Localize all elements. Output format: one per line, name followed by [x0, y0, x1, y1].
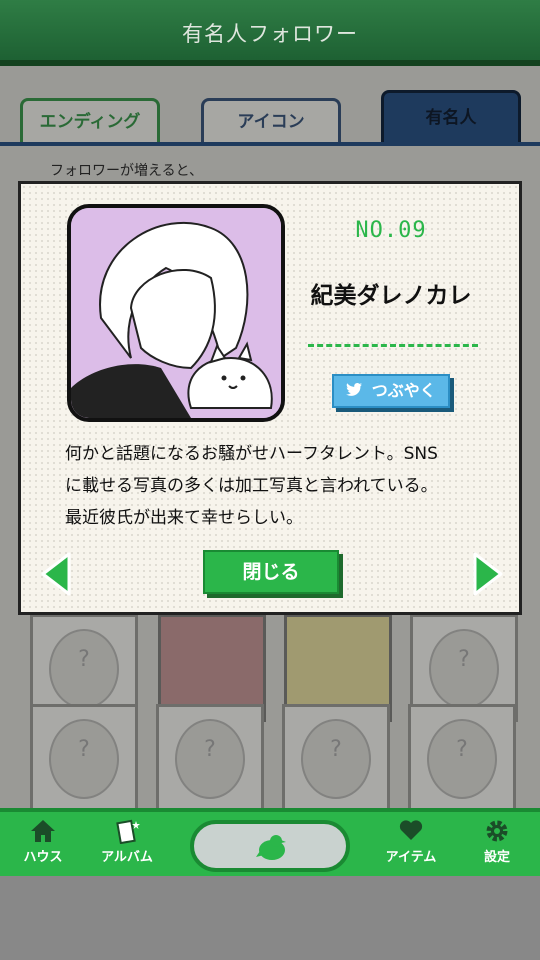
unknown-mark: ? — [78, 647, 90, 672]
album-icon — [92, 818, 162, 846]
twitter-bird-icon — [346, 383, 363, 396]
follower-card[interactable]: ? — [282, 704, 390, 812]
nav-house[interactable]: ハウス — [8, 818, 78, 865]
nav-album[interactable]: アルバム — [92, 818, 162, 865]
nav-settings-label: 設定 — [483, 850, 510, 865]
tweet-button-label: つぶやく — [371, 381, 436, 400]
follower-name: 紀美ダレノカレ — [310, 283, 472, 309]
follower-description: 何かと話題になるお騒がせハーフタレント。SNS に載せる写真の多くは加工写真と言… — [65, 438, 495, 534]
follower-card[interactable]: ? — [30, 704, 138, 812]
follower-card[interactable]: ? — [156, 704, 264, 812]
nav-item-label: アイテム — [385, 850, 437, 865]
gear-icon — [462, 818, 532, 846]
app-header: 有名人フォロワー — [0, 0, 540, 66]
nav-item[interactable]: アイテム — [376, 818, 446, 865]
tab-icon[interactable]: アイコン — [201, 98, 341, 144]
tab-ending[interactable]: エンディング — [20, 98, 160, 144]
unknown-mark: ? — [204, 737, 216, 762]
unknown-mark: ? — [458, 647, 470, 672]
tab-underline — [0, 142, 540, 146]
description-line: に載せる写真の多くは加工写真と言われている。 — [65, 476, 438, 496]
arrow-right-icon[interactable] — [473, 552, 503, 596]
home-icon — [8, 818, 78, 846]
nav-house-label: ハウス — [23, 850, 63, 865]
heart-icon — [376, 818, 446, 846]
divider — [308, 344, 478, 347]
follower-avatar — [67, 204, 285, 422]
hint-text: フォロワーが増えると、 — [50, 163, 204, 179]
header-title: 有名人フォロワー — [182, 22, 358, 46]
tweet-button[interactable]: つぶやく — [332, 374, 450, 408]
description-line: 何かと話題になるお騒がせハーフタレント。SNS — [65, 444, 438, 464]
description-line: 最近彼氏が出来て幸せらしい。 — [65, 508, 303, 528]
center-button[interactable] — [190, 820, 350, 872]
unknown-mark: ? — [330, 737, 342, 762]
follower-card[interactable]: ? — [408, 704, 516, 812]
bird-icon — [256, 835, 286, 860]
tab-famous[interactable]: 有名人 — [381, 90, 521, 144]
nav-album-label: アルバム — [101, 850, 153, 865]
close-button[interactable]: 閉じる — [203, 550, 339, 594]
footer-area — [0, 876, 540, 960]
arrow-left-icon[interactable] — [41, 552, 71, 596]
bottom-nav: ハウス アルバム アイテム 設定 — [0, 808, 540, 876]
unknown-mark: ? — [78, 737, 90, 762]
follower-detail-modal: NO.09 紀美ダレノカレ つぶやく 何かと話題になるお騒がせハーフタレント。S… — [18, 181, 522, 615]
unknown-mark: ? — [456, 737, 468, 762]
nav-settings[interactable]: 設定 — [462, 818, 532, 865]
follower-number: NO.09 — [355, 218, 427, 243]
